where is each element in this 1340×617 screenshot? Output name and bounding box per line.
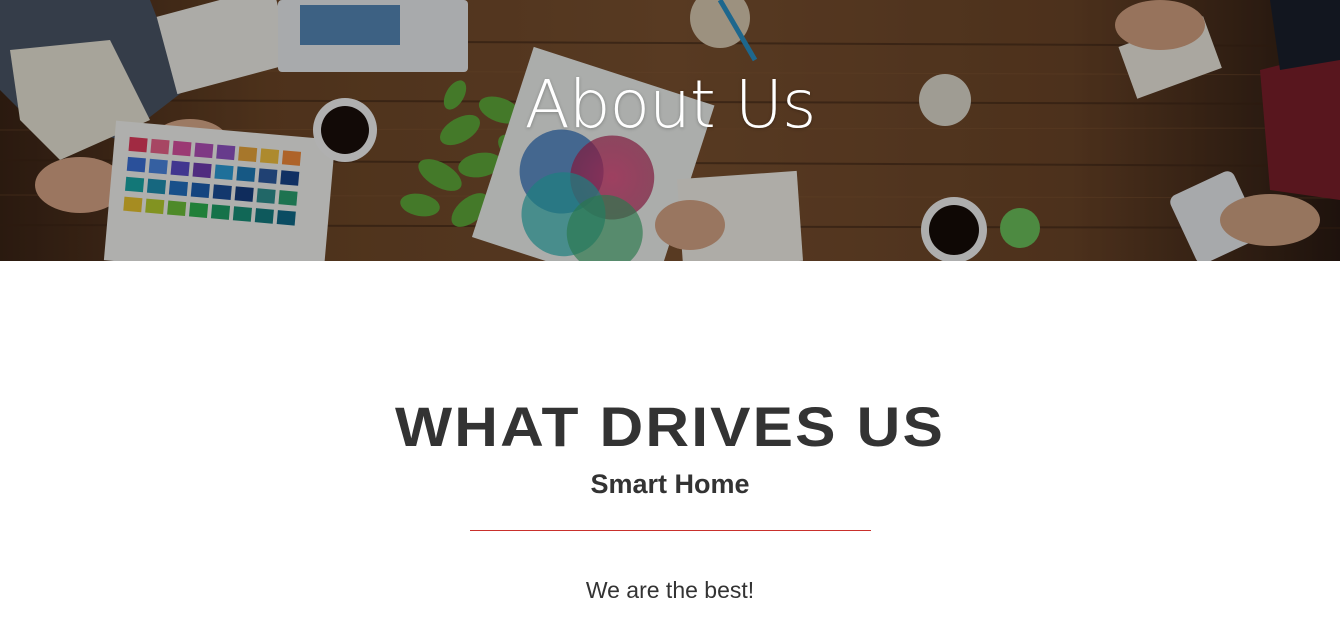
section-subheading: Smart Home <box>590 469 750 499</box>
about-section: WHAT DRIVES US Smart Home We are the bes… <box>0 261 1340 603</box>
section-heading: WHAT DRIVES US <box>395 395 945 458</box>
tagline-text: We are the best! <box>585 576 755 603</box>
page-title: About Us <box>524 66 817 143</box>
section-divider <box>469 529 871 531</box>
hero-banner: About Us <box>0 0 1340 261</box>
